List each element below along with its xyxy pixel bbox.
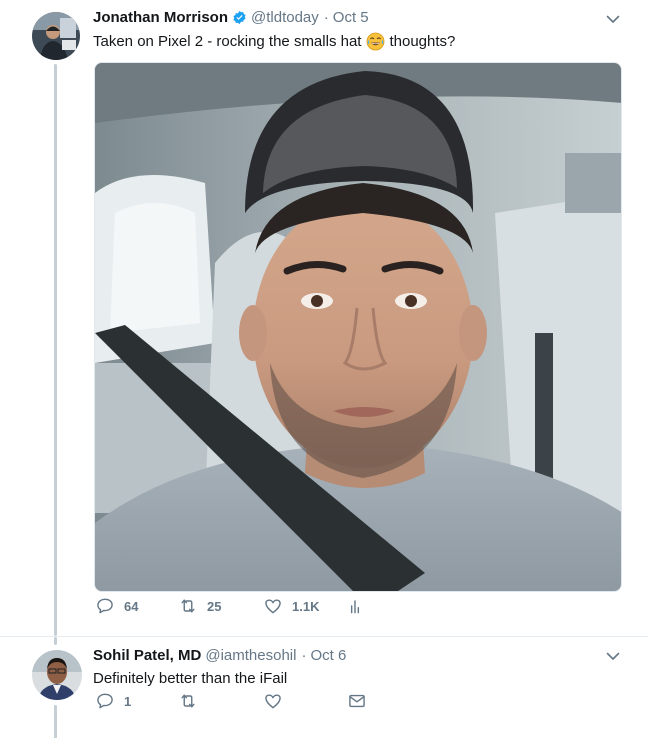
tweet-header: Sohil Patel, MD @iamthesohil · Oct 6 xyxy=(93,647,598,664)
header-separator: · xyxy=(323,9,329,26)
retweet-button[interactable] xyxy=(178,691,198,711)
heart-icon xyxy=(265,599,281,614)
avatar[interactable] xyxy=(32,650,82,700)
retweet-count: 25 xyxy=(207,598,222,614)
author-name[interactable]: Jonathan Morrison xyxy=(93,9,228,26)
tweet-text-part-2: thoughts? xyxy=(389,33,456,50)
reply-count: 1 xyxy=(124,693,132,709)
like-button[interactable] xyxy=(263,691,283,711)
tweet-photo[interactable] xyxy=(94,62,622,592)
thread-connector-line-top xyxy=(54,637,57,645)
author-handle[interactable]: @iamthesohil xyxy=(205,647,296,664)
like-button[interactable]: 1.1K xyxy=(263,596,319,616)
retweet-icon xyxy=(181,599,195,613)
tweet-date[interactable]: Oct 6 xyxy=(310,647,346,664)
reply-button[interactable]: 1 xyxy=(95,691,131,711)
chevron-down-icon[interactable] xyxy=(606,649,620,663)
retweet-button[interactable]: 25 xyxy=(178,596,221,616)
like-count: 1.1K xyxy=(292,598,320,614)
direct-message-button[interactable] xyxy=(347,691,367,711)
author-name[interactable]: Sohil Patel, MD xyxy=(93,647,201,664)
tweet-text: Definitely better than the iFail xyxy=(93,670,288,687)
reply-count: 64 xyxy=(124,598,139,614)
tweet-date[interactable]: Oct 5 xyxy=(333,9,369,26)
header-separator: · xyxy=(301,647,307,664)
thread-connector-line xyxy=(54,64,57,636)
heart-icon xyxy=(265,694,281,709)
tweet-header: Jonathan Morrison @tldtoday · Oct 5 xyxy=(93,9,598,26)
avatar[interactable] xyxy=(32,12,80,60)
reply-button[interactable]: 64 xyxy=(95,596,138,616)
chevron-down-icon[interactable] xyxy=(606,12,620,26)
tweet-text: Taken on Pixel 2 - rocking the smalls ha… xyxy=(93,32,455,51)
bar-chart-icon xyxy=(350,600,360,614)
reply-icon xyxy=(97,693,113,709)
envelope-icon xyxy=(349,694,365,708)
author-handle[interactable]: @tldtoday xyxy=(251,9,319,26)
analytics-button[interactable] xyxy=(345,596,365,616)
thread-connector-line-bottom xyxy=(54,705,57,738)
retweet-icon xyxy=(181,694,195,708)
verified-badge-icon xyxy=(232,10,247,25)
face-with-tears-of-joy-icon xyxy=(366,32,385,51)
tweet-jonathan-morrison[interactable]: Jonathan Morrison @tldtoday · Oct 5 Take… xyxy=(0,0,648,636)
reply-icon xyxy=(97,598,113,614)
tweet-sohil-patel[interactable]: Sohil Patel, MD @iamthesohil · Oct 6 Def… xyxy=(0,636,648,738)
tweet-text-part-1: Taken on Pixel 2 - rocking the smalls ha… xyxy=(93,33,362,50)
